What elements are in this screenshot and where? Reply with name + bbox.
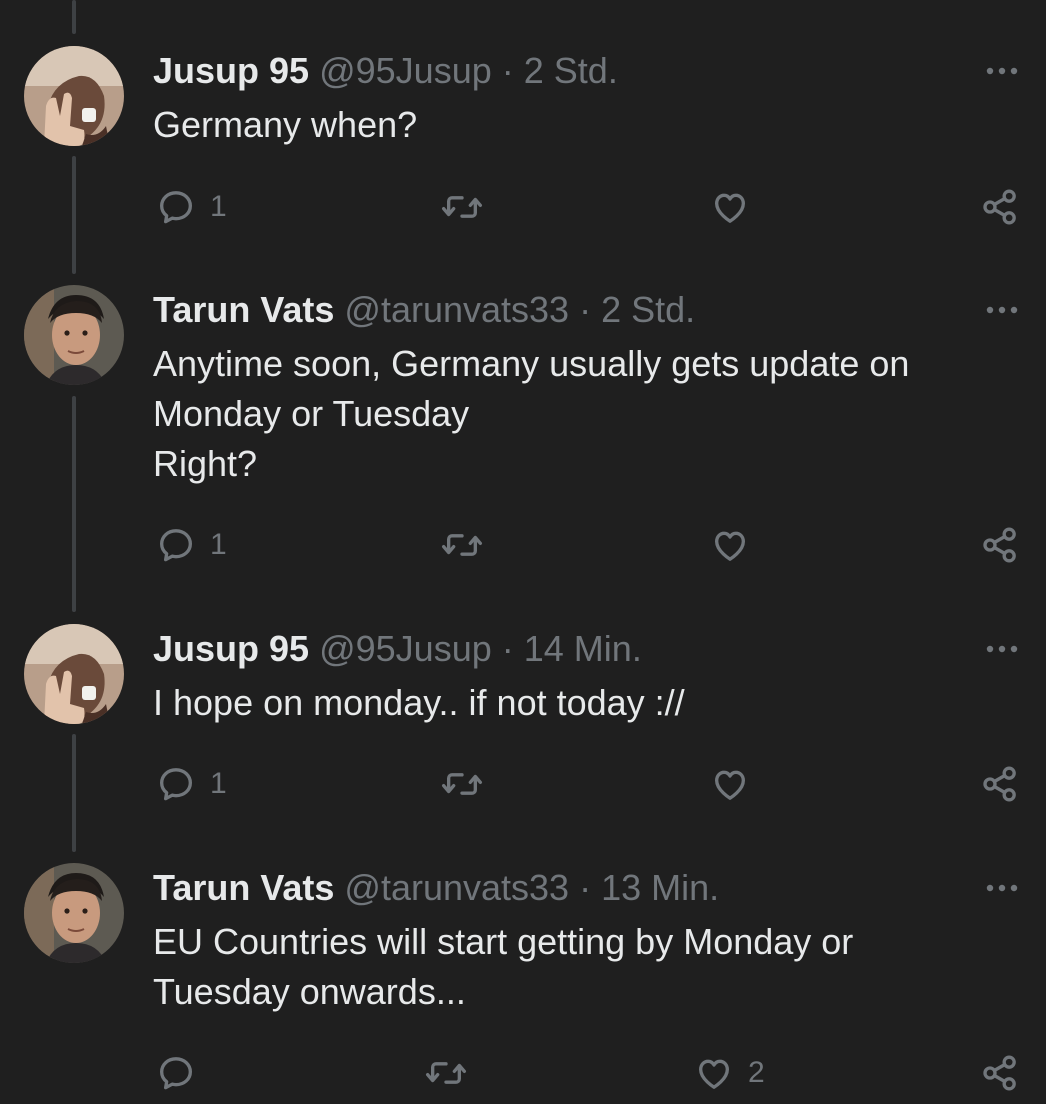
timestamp[interactable]: 14 Min.	[524, 628, 642, 669]
reply-button[interactable]: 1	[156, 520, 227, 570]
heart-icon	[699, 1059, 729, 1089]
reply-thread: Jusup 95 @95Jusup · 2 Std. Germany when?…	[0, 0, 1046, 1104]
retweet-icon	[425, 1062, 466, 1084]
tweet-text-line: Anytime soon, Germany usually gets updat…	[153, 343, 910, 384]
timestamp[interactable]: 2 Std.	[524, 50, 618, 91]
retweet-icon	[441, 534, 482, 556]
author-name[interactable]: Jusup 95	[153, 628, 309, 669]
reply-icon	[160, 1057, 192, 1090]
tweet-text: Germany when?	[153, 100, 1013, 150]
reply-button[interactable]: 1	[156, 759, 227, 809]
reply-icon	[160, 529, 192, 562]
share-button[interactable]	[980, 759, 1020, 809]
retweet-button[interactable]	[440, 520, 484, 570]
like-button[interactable]	[710, 759, 750, 809]
author-name[interactable]: Tarun Vats	[153, 867, 334, 908]
separator-dot: ·	[501, 50, 514, 91]
avatar[interactable]	[24, 46, 124, 146]
more-icon	[986, 306, 1018, 314]
more-icon	[986, 884, 1018, 892]
share-button[interactable]	[980, 520, 1020, 570]
avatar[interactable]	[24, 624, 124, 724]
tweet-text-line: EU Countries will start getting by Monda…	[153, 921, 854, 962]
more-options-button[interactable]	[982, 295, 1022, 325]
share-icon	[983, 1055, 1016, 1091]
retweet-icon	[441, 773, 482, 795]
heart-icon	[715, 770, 745, 800]
reply-count: 1	[210, 190, 227, 223]
reply-button[interactable]: 1	[156, 182, 227, 232]
reply-count: 1	[210, 528, 227, 561]
author-name[interactable]: Tarun Vats	[153, 289, 334, 330]
more-icon	[986, 645, 1018, 653]
tweet-text-line: I hope on monday.. if not today ://	[153, 682, 685, 723]
reply-button[interactable]	[156, 1048, 210, 1098]
tweet-text: EU Countries will start getting by Monda…	[153, 917, 1013, 1017]
action-bar: 1	[0, 182, 1046, 232]
avatar[interactable]	[24, 285, 124, 385]
share-button[interactable]	[980, 1048, 1020, 1098]
author-handle[interactable]: @95Jusup	[319, 50, 492, 91]
reply-icon	[160, 191, 192, 224]
separator-dot: ·	[501, 628, 514, 669]
tweet-header: Jusup 95 @95Jusup · 14 Min.	[153, 624, 642, 674]
reply-icon	[160, 768, 192, 801]
like-count: 2	[748, 1056, 765, 1089]
retweet-button[interactable]	[440, 759, 484, 809]
tweet-header: Tarun Vats @tarunvats33 · 2 Std.	[153, 285, 695, 335]
heart-icon	[715, 193, 745, 223]
share-button[interactable]	[980, 182, 1020, 232]
retweet-icon	[441, 196, 482, 218]
tweet-text: Anytime soon, Germany usually gets updat…	[153, 339, 1013, 489]
like-button[interactable]	[710, 520, 750, 570]
action-bar: 1	[0, 520, 1046, 570]
avatar[interactable]	[24, 863, 124, 963]
tweet-header: Tarun Vats @tarunvats33 · 13 Min.	[153, 863, 719, 913]
author-handle[interactable]: @tarunvats33	[344, 867, 569, 908]
author-handle[interactable]: @tarunvats33	[344, 289, 569, 330]
share-icon	[983, 189, 1016, 225]
retweet-button[interactable]	[440, 182, 484, 232]
tweet-text-line: Germany when?	[153, 104, 418, 145]
separator-dot: ·	[579, 867, 592, 908]
retweet-button[interactable]	[424, 1048, 468, 1098]
heart-icon	[715, 531, 745, 561]
tweet-header: Jusup 95 @95Jusup · 2 Std.	[153, 46, 618, 96]
tweet-text: I hope on monday.. if not today ://	[153, 678, 1013, 728]
more-options-button[interactable]	[982, 56, 1022, 86]
reply-count: 1	[210, 767, 227, 800]
share-icon	[983, 766, 1016, 802]
more-icon	[986, 67, 1018, 75]
share-icon	[983, 527, 1016, 563]
tweet-text-line: Right?	[153, 443, 258, 484]
action-bar: 2	[0, 1048, 1046, 1098]
tweet-text-line: Monday or Tuesday	[153, 393, 470, 434]
like-button[interactable]: 2	[694, 1048, 765, 1098]
author-name[interactable]: Jusup 95	[153, 50, 309, 91]
more-options-button[interactable]	[982, 634, 1022, 664]
tweet-text-line: Tuesday onwards...	[153, 971, 466, 1012]
action-bar: 1	[0, 759, 1046, 809]
timestamp[interactable]: 2 Std.	[601, 289, 695, 330]
thread-line	[72, 0, 76, 34]
like-button[interactable]	[710, 182, 750, 232]
author-handle[interactable]: @95Jusup	[319, 628, 492, 669]
thread-line	[72, 396, 76, 612]
timestamp[interactable]: 13 Min.	[601, 867, 719, 908]
more-options-button[interactable]	[982, 873, 1022, 903]
separator-dot: ·	[579, 289, 592, 330]
